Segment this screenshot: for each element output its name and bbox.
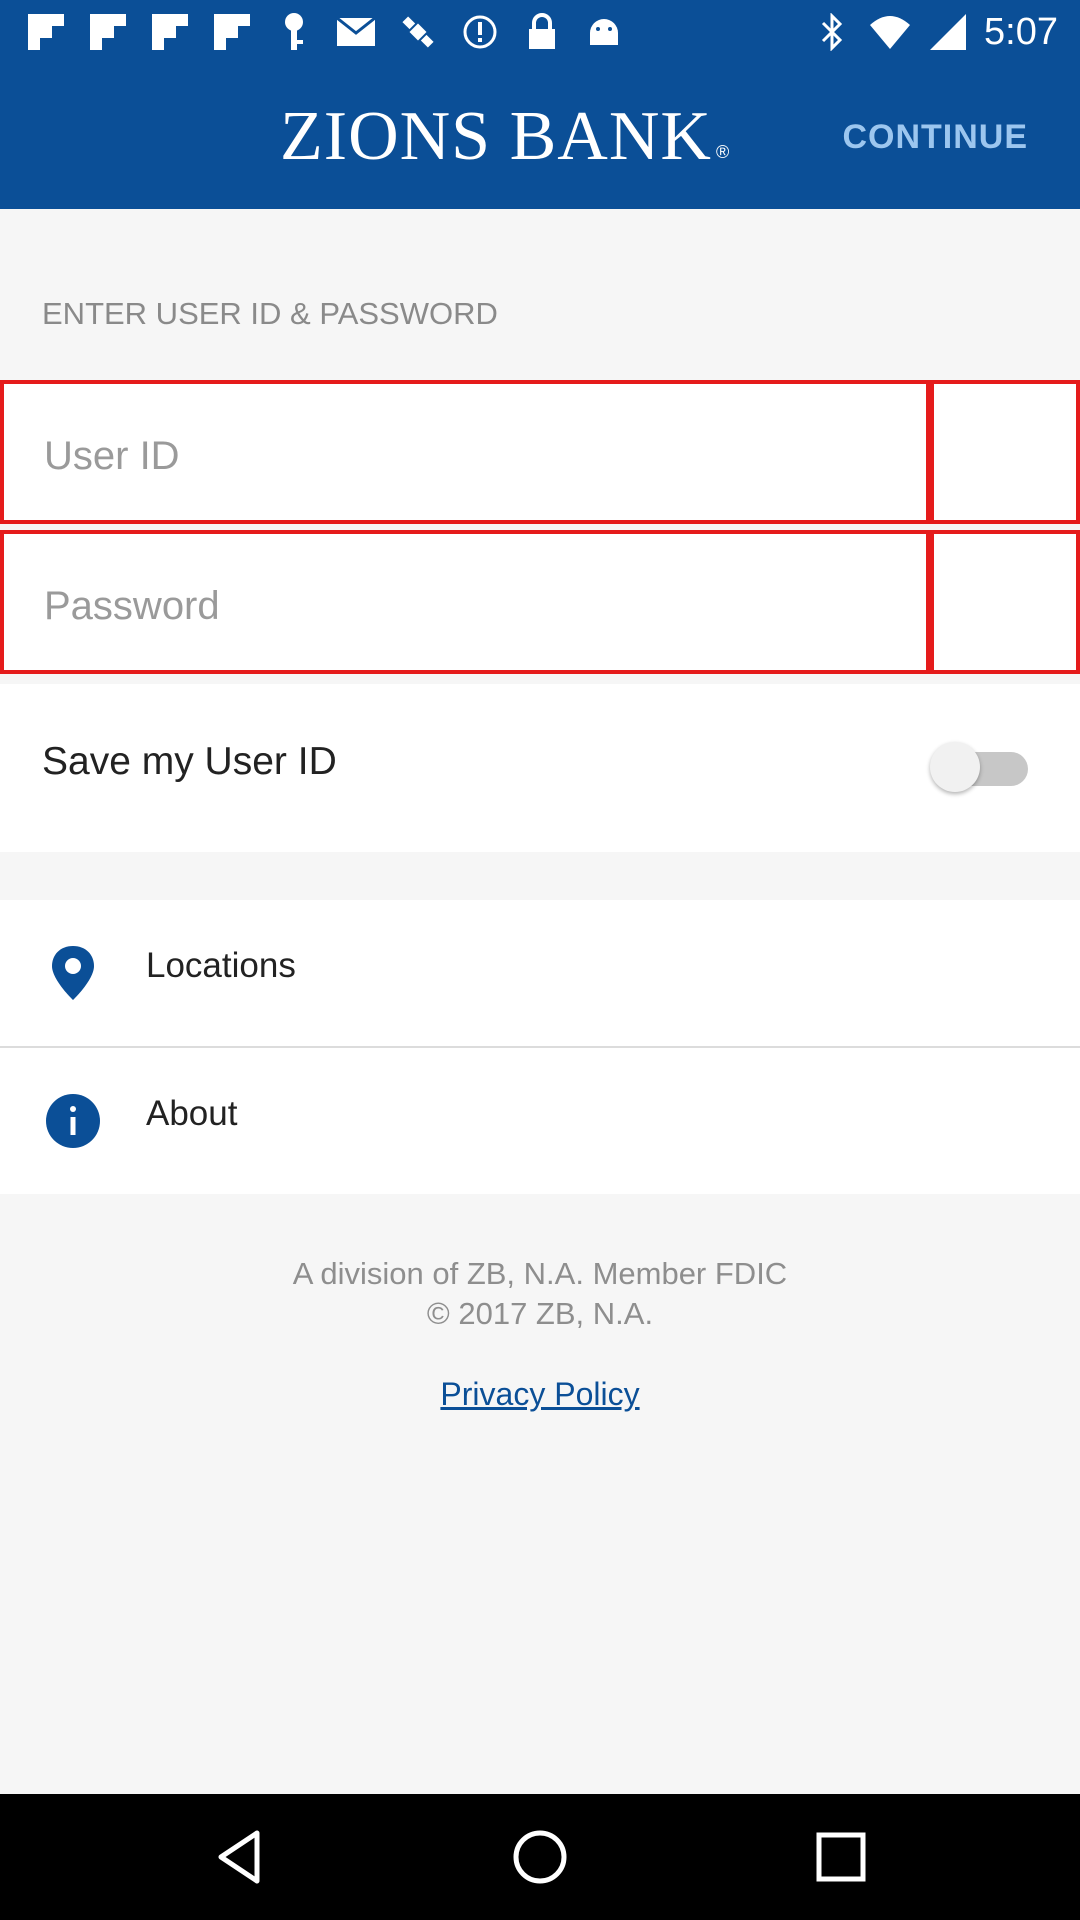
password-field-box [0, 530, 930, 674]
system-icons: 5:07 [810, 10, 1058, 54]
alert-icon [458, 10, 502, 54]
login-section-label: ENTER USER ID & PASSWORD [42, 296, 498, 331]
privacy-policy-link[interactable]: Privacy Policy [440, 1376, 639, 1413]
mail-icon [334, 10, 378, 54]
footer-division-text: A division of ZB, N.A. Member FDIC [292, 1256, 788, 1291]
user-id-side-box [930, 380, 1080, 524]
menu-item-label: About [146, 1094, 238, 1133]
vpn-key-icon [272, 10, 316, 54]
menu-item-locations[interactable]: Locations [0, 900, 1080, 1046]
bluetooth-icon [810, 10, 854, 54]
menu-item-label: Locations [146, 946, 296, 985]
flipboard-icon [86, 10, 130, 54]
brand-logo: ZIONS BANK ® [280, 97, 729, 177]
menu-list: Locations About [0, 900, 1080, 1194]
info-icon [44, 1092, 102, 1150]
save-user-id-label: Save my User ID [42, 740, 337, 783]
password-input[interactable] [42, 570, 886, 642]
password-side-box [930, 530, 1080, 674]
system-nav-bar [0, 1794, 1080, 1920]
android-icon [582, 10, 626, 54]
continue-button[interactable]: CONTINUE [842, 109, 1028, 165]
user-id-field-box [0, 380, 930, 524]
brand-name: ZIONS BANK [280, 98, 712, 175]
save-user-id-toggle[interactable] [930, 742, 1034, 794]
registered-mark: ® [715, 142, 730, 162]
recent-apps-nav-icon[interactable] [811, 1827, 871, 1887]
flipboard-icon [148, 10, 192, 54]
footer: A division of ZB, N.A. Member FDIC © 201… [0, 1254, 1080, 1413]
signal-icon [926, 10, 970, 54]
footer-copyright: © 2017 ZB, N.A. [426, 1296, 654, 1331]
satellite-icon [396, 10, 440, 54]
home-nav-icon[interactable] [510, 1827, 570, 1887]
wifi-icon [868, 10, 912, 54]
notification-icons [24, 10, 626, 54]
location-pin-icon [44, 944, 102, 1002]
flipboard-icon [210, 10, 254, 54]
status-bar: 5:07 [0, 0, 1080, 63]
save-user-id-row: Save my User ID [0, 684, 1080, 852]
lock-icon [520, 10, 564, 54]
status-time: 5:07 [984, 10, 1058, 53]
flipboard-icon [24, 10, 68, 54]
user-id-row [0, 380, 1080, 524]
app-header: ZIONS BANK ® CONTINUE [0, 63, 1080, 209]
back-nav-icon[interactable] [209, 1827, 269, 1887]
password-row [0, 530, 1080, 674]
menu-item-about[interactable]: About [0, 1046, 1080, 1194]
user-id-input[interactable] [42, 420, 886, 492]
toggle-knob [930, 742, 980, 792]
